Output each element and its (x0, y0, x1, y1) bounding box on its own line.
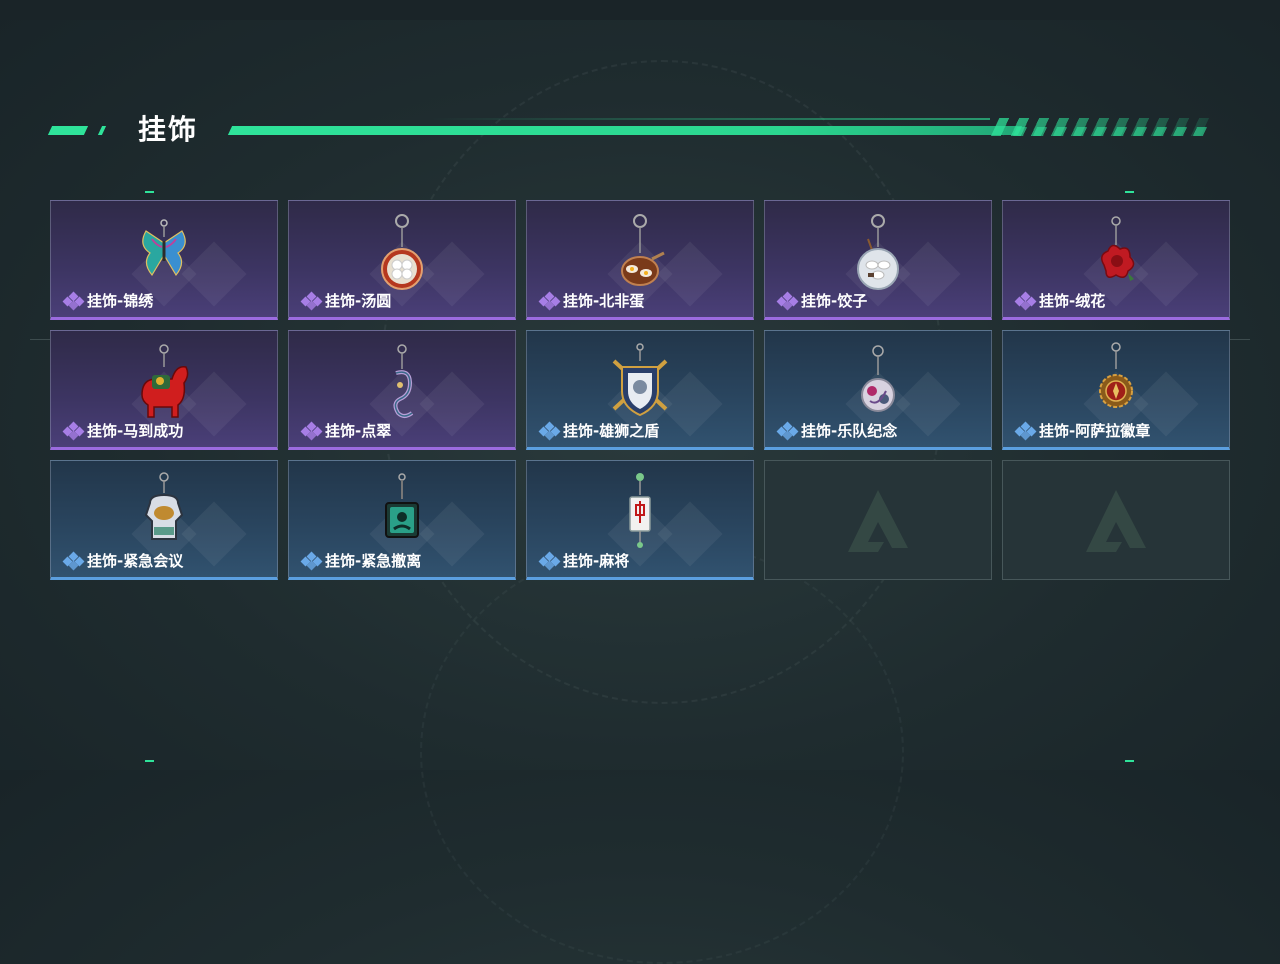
rarity-diamond-icon (62, 421, 85, 440)
charm-card[interactable]: 挂饰-锦绣 (50, 200, 278, 320)
mahjong-tile-charm-icon (629, 473, 651, 548)
rarity-diamond-icon (62, 291, 85, 310)
background-ring-decoration (420, 540, 904, 964)
charm-card[interactable]: 挂饰-点翠 (288, 330, 516, 450)
item-name: 挂饰-汤圆 (325, 292, 392, 310)
rarity-diamond-icon (300, 421, 323, 440)
top-bar (0, 0, 1280, 20)
item-name: 挂饰-麻将 (563, 552, 630, 570)
item-name: 挂饰-饺子 (801, 292, 868, 310)
charm-card[interactable]: 挂饰-汤圆 (288, 200, 516, 320)
corner-marker (1125, 191, 1134, 193)
charm-card[interactable]: 挂饰-马到成功 (50, 330, 278, 450)
item-name: 挂饰-紧急会议 (87, 552, 184, 570)
velvet-flower-charm-icon (1101, 216, 1135, 281)
dumpling-plate-charm-icon (857, 214, 899, 290)
rarity-diamond-icon (300, 291, 323, 310)
empty-slot[interactable] (1002, 460, 1230, 580)
header-checker-pattern (1002, 127, 1208, 136)
shakshuka-charm-icon (621, 214, 665, 286)
charm-card[interactable]: 挂饰-绒花 (1002, 200, 1230, 320)
item-name: 挂饰-阿萨拉徽章 (1039, 422, 1151, 440)
charm-card[interactable]: 挂饰-雄狮之盾 (526, 330, 754, 450)
rarity-diamond-icon (1014, 421, 1037, 440)
header-accent-bar (97, 126, 107, 135)
tangyuan-bowl-charm-icon (381, 214, 423, 290)
emergency-evac-charm-icon (385, 473, 419, 538)
item-name: 挂饰-锦绣 (87, 292, 154, 310)
charm-card[interactable]: 挂饰-乐队纪念 (764, 330, 992, 450)
header-accent-bar (47, 126, 89, 135)
charm-grid: 挂饰-锦绣 挂饰-汤圆 挂饰-北非蛋 挂饰-饺子 挂饰-绒花 挂饰-马到成功 挂… (50, 200, 1230, 580)
rarity-diamond-icon (776, 421, 799, 440)
item-name: 挂饰-绒花 (1039, 292, 1106, 310)
game-logo-icon (1086, 490, 1146, 552)
corner-marker (145, 760, 154, 762)
rarity-diamond-icon (538, 421, 561, 440)
rarity-diamond-icon (62, 551, 85, 570)
header-thin-line (430, 118, 990, 120)
rarity-diamond-icon (1014, 291, 1037, 310)
section-header: 挂饰 (47, 108, 1210, 148)
red-horse-charm-icon (141, 344, 189, 418)
item-name: 挂饰-点翠 (325, 422, 392, 440)
charm-card[interactable]: 挂饰-紧急撤离 (288, 460, 516, 580)
side-rail-left (30, 339, 50, 340)
item-name: 挂饰-乐队纪念 (801, 422, 898, 440)
item-name: 挂饰-雄狮之盾 (563, 422, 660, 440)
emergency-meeting-charm-icon (144, 472, 184, 540)
corner-marker (1125, 760, 1134, 762)
kingfisher-ornament-charm-icon (393, 344, 414, 418)
rarity-diamond-icon (300, 551, 323, 570)
item-name: 挂饰-北非蛋 (563, 292, 645, 310)
charm-card[interactable]: 挂饰-紧急会议 (50, 460, 278, 580)
charm-card[interactable]: 挂饰-阿萨拉徽章 (1002, 330, 1230, 450)
charm-card[interactable]: 挂饰-麻将 (526, 460, 754, 580)
charm-card[interactable]: 挂饰-饺子 (764, 200, 992, 320)
band-badge-charm-icon (861, 345, 895, 412)
asala-medal-charm-icon (1099, 342, 1133, 408)
butterfly-charm-icon (142, 219, 186, 277)
corner-marker (145, 191, 154, 193)
section-title: 挂饰 (138, 113, 199, 146)
side-rail-right (1230, 339, 1250, 340)
charm-card[interactable]: 挂饰-北非蛋 (526, 200, 754, 320)
game-logo-icon (848, 490, 908, 552)
empty-slot[interactable] (764, 460, 992, 580)
item-name: 挂饰-马到成功 (87, 422, 184, 440)
rarity-diamond-icon (538, 551, 561, 570)
rarity-diamond-icon (776, 291, 799, 310)
lion-shield-charm-icon (612, 343, 668, 417)
rarity-diamond-icon (538, 291, 561, 310)
item-name: 挂饰-紧急撤离 (325, 552, 422, 570)
header-accent-line (227, 126, 1023, 135)
